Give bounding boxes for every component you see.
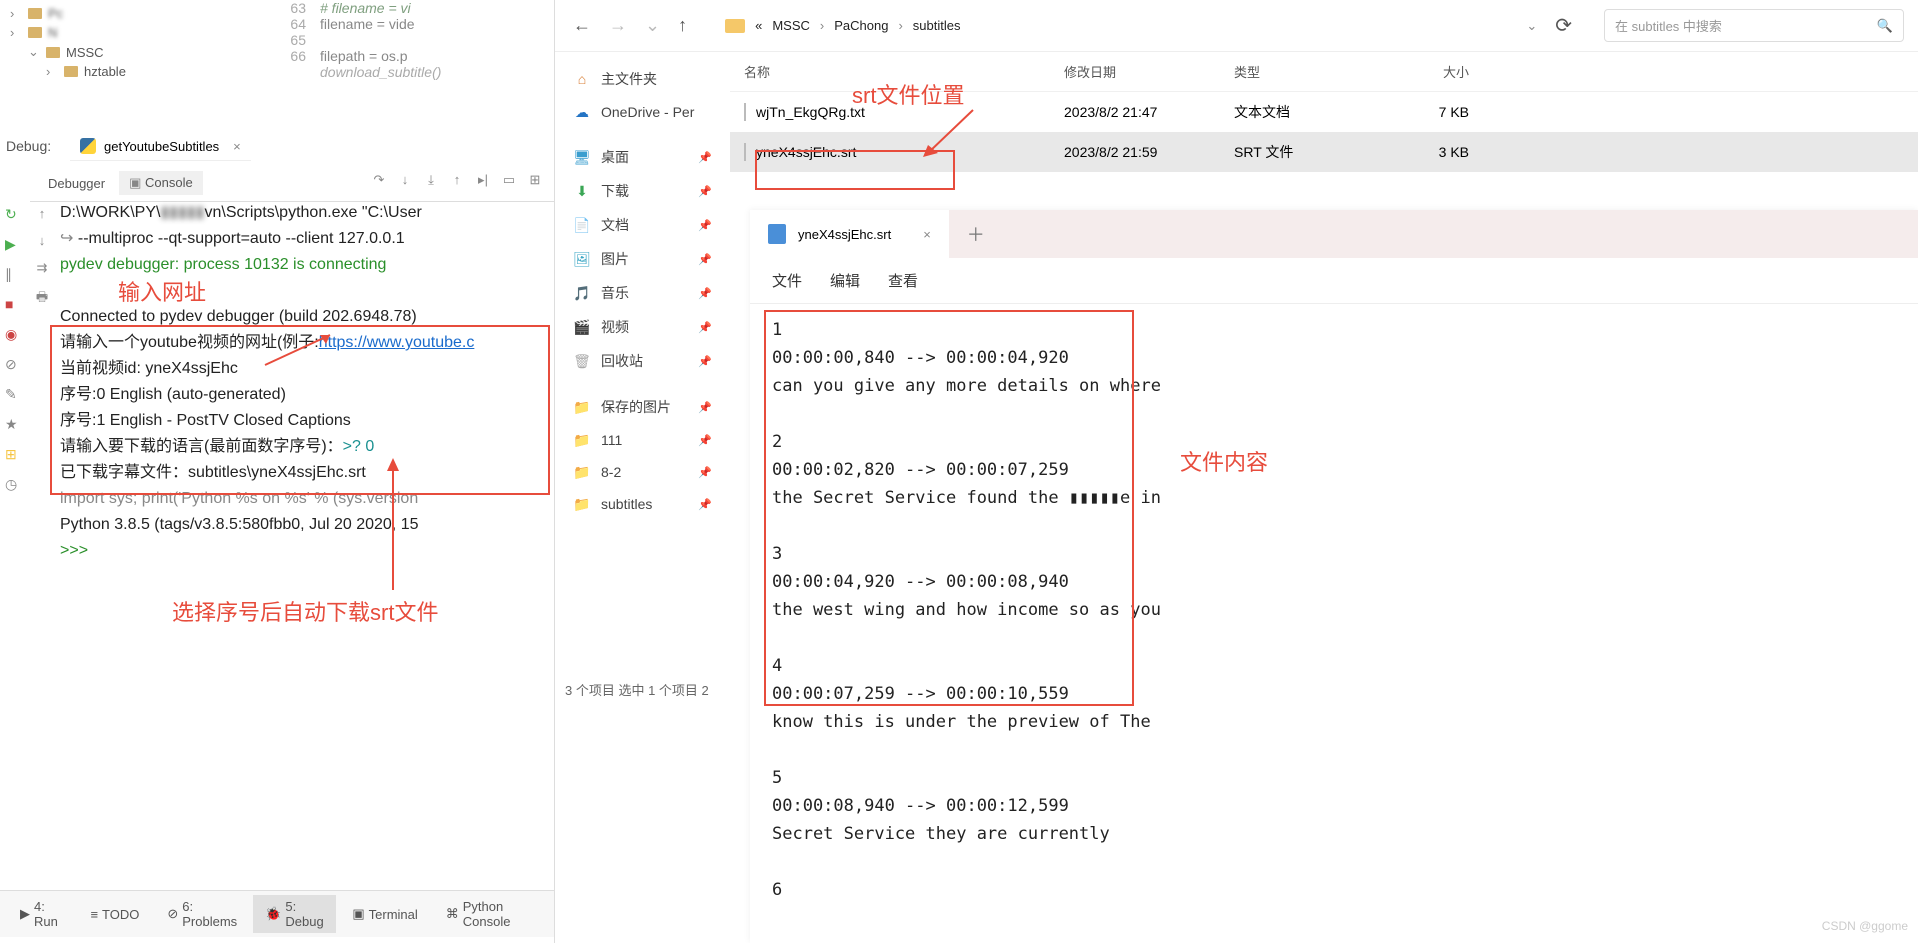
notepad-menu: 文件 编辑 查看 [750, 258, 1918, 304]
file-icon [744, 103, 746, 121]
tab-problems[interactable]: ⊘ 6: Problems [155, 895, 249, 933]
tree-row-hztable[interactable]: ›hztable [10, 62, 270, 81]
mute-bp-icon[interactable]: ⊘ [5, 356, 23, 374]
down-icon[interactable]: ↓ [39, 233, 46, 248]
clock-icon[interactable]: ◷ [5, 476, 23, 494]
annotation-input-url: 输入网址 [118, 275, 206, 307]
close-icon[interactable]: × [923, 227, 931, 242]
menu-edit[interactable]: 编辑 [830, 270, 860, 291]
run-config-name: getYoutubeSubtitles [104, 139, 219, 154]
rerun-icon[interactable]: ↻ [5, 206, 23, 224]
sidebar-item-folder[interactable]: 📁8-2📌 [555, 456, 730, 488]
print-icon[interactable]: 🖶 [36, 288, 48, 310]
menu-view[interactable]: 查看 [888, 270, 918, 291]
notepad-tabs: yneX4ssjEhc.srt × ＋ [750, 210, 1918, 258]
tab-python-console[interactable]: ⌘ Python Console [434, 895, 546, 933]
watermark: CSDN @ggome [1822, 919, 1908, 933]
tree-row[interactable]: ›Pc [10, 4, 270, 23]
arrow-icon [378, 455, 408, 595]
notepad-icon [768, 224, 786, 244]
file-icon [744, 143, 746, 161]
breadcrumb[interactable]: « MSSC› PaChong› subtitles ⌄ [725, 18, 1537, 34]
run-to-cursor-icon[interactable]: ▸| [472, 172, 494, 194]
pause-icon[interactable]: ∥ [5, 266, 23, 284]
resume-icon[interactable]: ▶ [5, 236, 23, 254]
annotation-box [764, 310, 1134, 706]
step-into-icon[interactable]: ↓ [394, 172, 416, 194]
refresh-icon[interactable]: ⟳ [1537, 13, 1590, 38]
search-input[interactable]: 在 subtitles 中搜索 🔍 [1604, 9, 1904, 42]
up-icon[interactable]: ↑ [39, 206, 46, 221]
explorer-sidebar: ⌂主文件夹 ☁OneDrive - Per 🖥桌面📌 ⬇下载📌 📄文档📌 🖼图片… [555, 52, 730, 530]
annotation-select-download: 选择序号后自动下载srt文件 [172, 595, 438, 627]
pin-icon[interactable]: ★ [5, 416, 23, 434]
settings-icon[interactable]: ✎ [5, 386, 23, 404]
tab-todo[interactable]: ≡ TODO [78, 895, 151, 933]
filter-icon[interactable]: ⇉ [37, 260, 48, 276]
tab-debug[interactable]: 🐞 5: Debug [253, 895, 336, 933]
arrow-icon [918, 105, 978, 160]
tree-row[interactable]: ›N [10, 23, 270, 42]
tree-row-mssc[interactable]: ⌄MSSC [10, 42, 270, 62]
debug-gutter-1: ↻ ▶ ∥ ■ ◉ ⊘ ✎ ★ ⊞ ◷ [0, 200, 28, 494]
status-bar: 3 个项目 选中 1 个项目 2 [565, 680, 709, 699]
folder-icon [725, 19, 745, 33]
run-config-tab[interactable]: getYoutubeSubtitles × [70, 132, 251, 161]
sidebar-item-folder[interactable]: 📁subtitles📌 [555, 488, 730, 520]
sidebar-item-videos[interactable]: 🎬视频📌 [555, 310, 730, 344]
project-tree[interactable]: ›Pc ›N ⌄MSSC ›hztable [0, 0, 280, 135]
sidebar-item-folder[interactable]: 📁111📌 [555, 424, 730, 456]
tab-terminal[interactable]: ▣ Terminal [340, 895, 429, 933]
tab-run[interactable]: ▶ 4: Run [8, 895, 74, 933]
search-icon: 🔍 [1877, 18, 1893, 34]
tab-debugger[interactable]: Debugger [38, 172, 115, 195]
step-into-my-icon[interactable]: ⤓ [420, 172, 442, 194]
layout-icon[interactable]: ⊞ [524, 172, 546, 194]
nav-back-icon[interactable]: ← [573, 15, 591, 36]
sidebar-item-documents[interactable]: 📄文档📌 [555, 208, 730, 242]
view-bp-icon[interactable]: ◉ [5, 326, 23, 344]
tool-window-tabs: Debugger ▣ Console ↷ ↓ ⤓ ↑ ▸| ▭ ⊞ [30, 165, 554, 202]
explorer-toolbar: ← → ⌄ ↑ « MSSC› PaChong› subtitles ⌄ ⟳ 在… [555, 0, 1918, 52]
sidebar-item-folder[interactable]: 📁保存的图片📌 [555, 390, 730, 424]
bottom-toolbar: ▶ 4: Run ≡ TODO ⊘ 6: Problems 🐞 5: Debug… [0, 890, 554, 937]
tab-console[interactable]: ▣ Console [119, 171, 203, 195]
code-editor[interactable]: 63# filename = vi 64filename = vide 65 6… [280, 0, 554, 135]
debug-label: Debug: [6, 138, 51, 154]
ide-panel: ›Pc ›N ⌄MSSC ›hztable 63# filename = vi … [0, 0, 555, 943]
notepad-tab[interactable]: yneX4ssjEhc.srt × [750, 210, 949, 258]
nav-forward-icon[interactable]: → [609, 15, 627, 36]
stop-icon[interactable]: ■ [5, 296, 23, 314]
python-icon[interactable]: ⊞ [5, 446, 23, 464]
step-out-icon[interactable]: ↑ [446, 172, 468, 194]
sidebar-item-home[interactable]: ⌂主文件夹 [555, 62, 730, 96]
menu-file[interactable]: 文件 [772, 270, 802, 291]
debug-gutter-2: ↑ ↓ ⇉ 🖶 [28, 200, 56, 310]
step-over-icon[interactable]: ↷ [368, 172, 390, 194]
evaluate-icon[interactable]: ▭ [498, 172, 520, 194]
close-icon[interactable]: × [233, 139, 241, 154]
arrow-icon [260, 330, 340, 370]
sidebar-item-recycle[interactable]: 🗑回收站📌 [555, 344, 730, 378]
sidebar-item-onedrive[interactable]: ☁OneDrive - Per [555, 96, 730, 128]
sidebar-item-downloads[interactable]: ⬇下载📌 [555, 174, 730, 208]
sidebar-item-desktop[interactable]: 🖥桌面📌 [555, 140, 730, 174]
sidebar-item-music[interactable]: 🎵音乐📌 [555, 276, 730, 310]
nav-history-icon[interactable]: ⌄ [645, 15, 660, 36]
add-tab-icon[interactable]: ＋ [949, 221, 1003, 247]
python-icon [80, 138, 96, 154]
nav-up-icon[interactable]: ↑ [678, 15, 687, 36]
annotation-file-content: 文件内容 [1180, 445, 1268, 477]
sidebar-item-pictures[interactable]: 🖼图片📌 [555, 242, 730, 276]
